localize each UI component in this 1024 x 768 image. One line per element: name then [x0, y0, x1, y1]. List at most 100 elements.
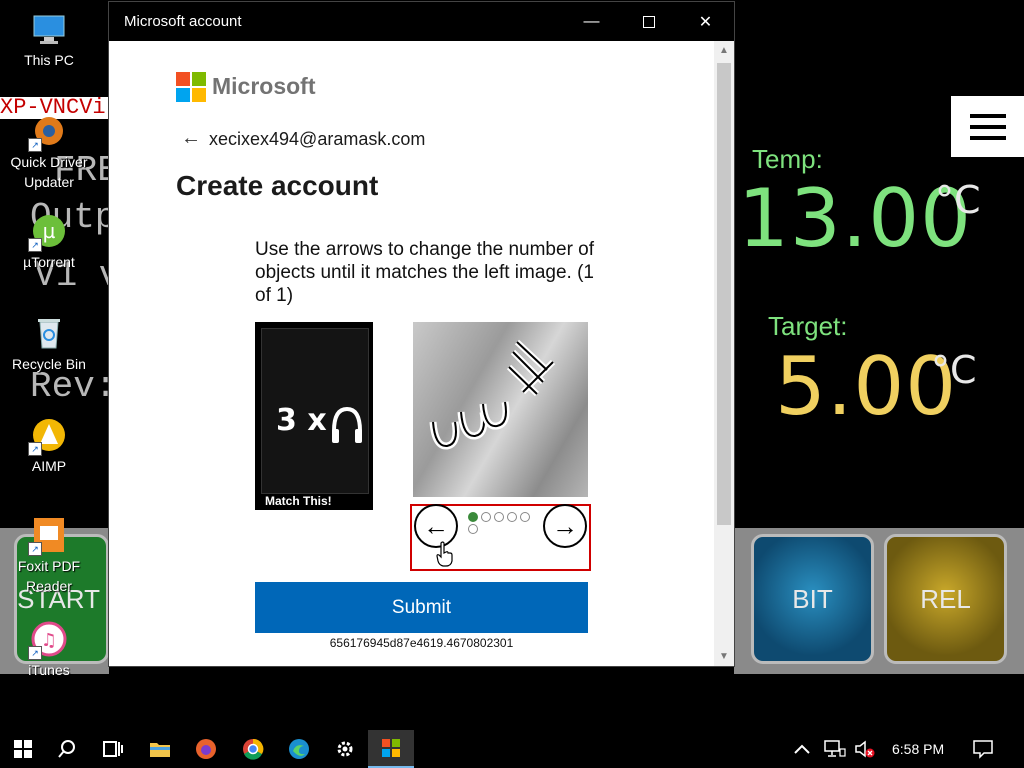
shortcut-arrow-icon: ↗ — [28, 646, 42, 660]
utorrent-icon: µ ↗ — [28, 212, 68, 252]
reference-caption: Match This! — [265, 494, 332, 508]
gear-icon — [337, 741, 353, 757]
desktop-icon-label: µTorrent — [23, 254, 75, 270]
desktop-icon-label: AIMP — [31, 458, 67, 474]
shortcut-arrow-icon: ↗ — [28, 138, 42, 152]
progress-dot-6 — [468, 524, 478, 534]
close-button[interactable]: ✕ — [677, 2, 734, 41]
taskbar-chrome[interactable] — [230, 730, 276, 768]
rel-button[interactable]: REL — [884, 534, 1007, 664]
close-icon: ✕ — [698, 13, 713, 31]
taskbar-edge[interactable] — [276, 730, 322, 768]
start-button[interactable] — [0, 730, 46, 768]
progress-dot-3 — [494, 512, 504, 522]
captcha-reference-image: 3 x Match This! — [255, 322, 373, 510]
arrow-left-icon: ← — [423, 511, 449, 541]
microsoft-wordmark: Microsoft — [212, 73, 316, 99]
recycle-bin-icon — [30, 314, 68, 352]
captcha-instruction: Use the arrows to change the number of o… — [255, 239, 595, 306]
taskbar-settings[interactable] — [322, 730, 368, 768]
show-hidden-icons-button[interactable] — [792, 730, 812, 768]
taskbar-microsoft-account[interactable] — [368, 730, 414, 768]
foxit-icon: ↗ — [28, 516, 68, 556]
network-button[interactable] — [824, 730, 846, 768]
desktop-icon-label: Foxit PDF Reader — [17, 558, 81, 594]
shortcut-arrow-icon: ↗ — [28, 442, 42, 456]
minimize-icon: — — [583, 12, 600, 30]
volume-button[interactable] — [854, 730, 876, 768]
task-view-button[interactable] — [90, 730, 136, 768]
bit-button-label: BIT — [792, 583, 833, 614]
search-button[interactable] — [44, 730, 90, 768]
chevron-up-icon — [794, 744, 810, 754]
desktop-icon-label: Recycle Bin — [12, 356, 86, 372]
next-arrow-button[interactable]: → — [543, 504, 587, 548]
account-email: xecixex494@aramask.com — [209, 129, 426, 149]
desktop-icon-label: This PC — [24, 52, 74, 68]
scroll-down-icon[interactable]: ▼ — [719, 651, 729, 662]
aimp-icon: ↗ — [28, 416, 68, 456]
rel-button-label: REL — [920, 583, 971, 614]
progress-dot-4 — [507, 512, 517, 522]
microsoft-logo-icon — [382, 739, 400, 757]
target-unit: °C — [931, 348, 977, 392]
back-arrow-icon[interactable]: ← — [181, 127, 201, 150]
maximize-button[interactable] — [620, 2, 677, 41]
hand-cursor-icon — [436, 541, 453, 567]
desktop-icon-foxit[interactable]: ↗ Foxit PDF Reader — [1, 516, 97, 596]
chrome-icon — [243, 738, 264, 760]
volume-muted-icon — [855, 740, 875, 758]
submit-button[interactable]: Submit — [255, 582, 588, 633]
windows-logo-icon — [14, 740, 32, 758]
shortcut-arrow-icon: ↗ — [28, 238, 42, 252]
notification-icon — [973, 740, 993, 759]
scrollbar-thumb[interactable] — [717, 63, 731, 525]
temp-label: Temp: — [752, 144, 823, 174]
minimize-button[interactable]: — — [563, 2, 620, 41]
desktop-icon-utorrent[interactable]: µ ↗ µTorrent — [1, 212, 97, 272]
arrow-right-icon: → — [552, 511, 578, 541]
taskbar: 6:58 PM — [0, 730, 1024, 768]
dialog-titlebar[interactable]: Microsoft account — ✕ — [109, 2, 734, 41]
itunes-icon: ♫ ↗ — [28, 620, 68, 660]
maximize-icon — [642, 15, 655, 28]
captcha-puzzle-image — [413, 322, 588, 497]
progress-dot-2 — [481, 512, 491, 522]
microsoft-logo-icon — [176, 72, 206, 102]
edge-icon — [289, 739, 309, 759]
task-view-icon — [103, 741, 123, 757]
microsoft-account-dialog: Microsoft account — ✕ ▲ ▼ Microsoft ← xe… — [109, 2, 734, 666]
reference-frame: 3 x — [261, 328, 369, 494]
network-icon — [824, 740, 846, 757]
page-title: Create account — [176, 170, 379, 201]
hamburger-menu-button[interactable] — [951, 96, 1024, 157]
clock[interactable]: 6:58 PM — [892, 730, 944, 768]
desktop-icon-aimp[interactable]: ↗ AIMP — [1, 416, 97, 476]
svg-text:♫: ♫ — [41, 630, 57, 651]
desktop-icon-quick-driver-updater[interactable]: ↗ Quick Driver Updater — [1, 112, 97, 192]
firefox-icon — [196, 739, 216, 759]
taskbar-firefox[interactable] — [183, 730, 229, 768]
desktop-icon-this-pc[interactable]: This PC — [1, 10, 97, 70]
desktop-icon-recycle-bin[interactable]: Recycle Bin — [1, 314, 97, 374]
shortcut-arrow-icon: ↗ — [28, 542, 42, 556]
bit-button[interactable]: BIT — [751, 534, 874, 664]
taskbar-file-explorer[interactable] — [137, 730, 183, 768]
svg-text:µ: µ — [43, 219, 56, 243]
notifications-button[interactable] — [972, 730, 994, 768]
search-icon — [58, 740, 75, 758]
reference-count-text: 3 x — [276, 403, 327, 438]
scroll-up-icon[interactable]: ▲ — [719, 45, 729, 56]
target-label: Target: — [768, 311, 848, 341]
hamburger-icon — [969, 113, 1006, 140]
progress-dot-1 — [468, 512, 478, 522]
puzzle-objects-icon — [429, 339, 556, 450]
desktop-icon-label: iTunes — [28, 662, 70, 678]
target-value: 5.00 — [775, 340, 958, 433]
computer-icon — [30, 10, 68, 48]
dialog-scrollbar[interactable]: ▲ ▼ — [714, 41, 734, 666]
driver-updater-icon: ↗ — [28, 112, 68, 152]
desktop-icon-itunes[interactable]: ♫ ↗ iTunes — [1, 620, 97, 680]
desktop-icon-label: Quick Driver Updater — [10, 154, 88, 190]
headphones-icon — [332, 406, 362, 443]
